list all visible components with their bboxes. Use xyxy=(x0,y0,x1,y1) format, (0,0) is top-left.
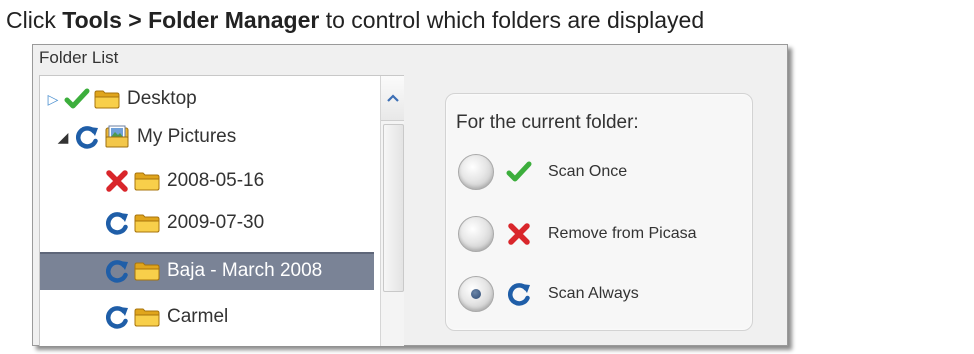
option-label: Remove from Picasa xyxy=(548,225,697,242)
option-label: Scan Once xyxy=(548,163,628,180)
tree-node-label: 2008-05-16 xyxy=(167,170,265,191)
option-remove-from-picasa[interactable]: Remove from Picasa xyxy=(458,214,697,254)
tree-node-desktop[interactable]: ▷ Desktop xyxy=(44,80,197,118)
folder-list-title: Folder List xyxy=(39,48,119,67)
folder-icon xyxy=(134,171,162,191)
refresh-icon xyxy=(74,124,100,150)
instruction-suffix: to control which folders are displayed xyxy=(319,7,705,33)
radio-scan-always[interactable] xyxy=(458,276,494,312)
folder-icon xyxy=(134,307,162,327)
tree-node-carmel[interactable]: Carmel xyxy=(104,298,228,336)
option-scan-always[interactable]: Scan Always xyxy=(458,274,639,314)
option-label: Scan Always xyxy=(548,285,639,302)
expand-arrow-icon[interactable]: ▷ xyxy=(44,91,62,108)
tree-node-label: Baja - March 2008 xyxy=(167,260,323,281)
folder-icon xyxy=(134,261,162,281)
refresh-icon xyxy=(104,304,130,330)
scroll-thumb[interactable] xyxy=(383,124,404,292)
tree-node-label: Carmel xyxy=(167,306,229,327)
checkmark-icon xyxy=(506,159,544,185)
checkmark-icon xyxy=(64,86,90,112)
radio-scan-once[interactable] xyxy=(458,154,494,190)
radio-selected-dot xyxy=(471,289,481,299)
tree-node-label: Desktop xyxy=(127,88,197,109)
radio-remove-from-picasa[interactable] xyxy=(458,216,494,252)
instruction-prefix: Click xyxy=(6,7,63,33)
instruction-menu-path: Tools > Folder Manager xyxy=(62,7,320,33)
tree-scrollbar[interactable] xyxy=(380,76,404,346)
folder-icon xyxy=(94,89,122,109)
tree-node-label: My Pictures xyxy=(137,126,237,147)
options-title: For the current folder: xyxy=(456,112,639,133)
scan-options-box: For the current folder: Scan Once Remove… xyxy=(445,93,753,331)
folder-icon xyxy=(134,213,162,233)
red-x-icon xyxy=(104,168,130,194)
tree-node-2008-05-16[interactable]: 2008-05-16 xyxy=(104,162,264,200)
tree-node-2009-07-30[interactable]: 2009-07-30 xyxy=(104,204,264,242)
chevron-up-icon xyxy=(387,94,399,102)
refresh-icon xyxy=(104,258,130,284)
scroll-up-button[interactable] xyxy=(381,76,404,121)
refresh-icon xyxy=(506,281,544,307)
tree-node-my-pictures[interactable]: ◢ My Pictures xyxy=(54,118,236,156)
option-scan-once[interactable]: Scan Once xyxy=(458,152,627,192)
folder-tree: ▷ Desktop ◢ My Pictures 2008-05-16 2009-… xyxy=(39,75,404,346)
tree-node-label: 2009-07-30 xyxy=(167,212,265,233)
pictures-folder-icon xyxy=(104,125,132,149)
red-x-icon xyxy=(506,221,544,247)
refresh-icon xyxy=(104,210,130,236)
instruction-text: Click Tools > Folder Manager to control … xyxy=(6,2,704,38)
collapse-arrow-icon[interactable]: ◢ xyxy=(54,129,72,146)
folder-manager-window: Folder List ▷ Desktop ◢ My Pictures 2008… xyxy=(32,44,788,346)
tree-node-baja-march-2008[interactable]: Baja - March 2008 xyxy=(40,252,374,290)
